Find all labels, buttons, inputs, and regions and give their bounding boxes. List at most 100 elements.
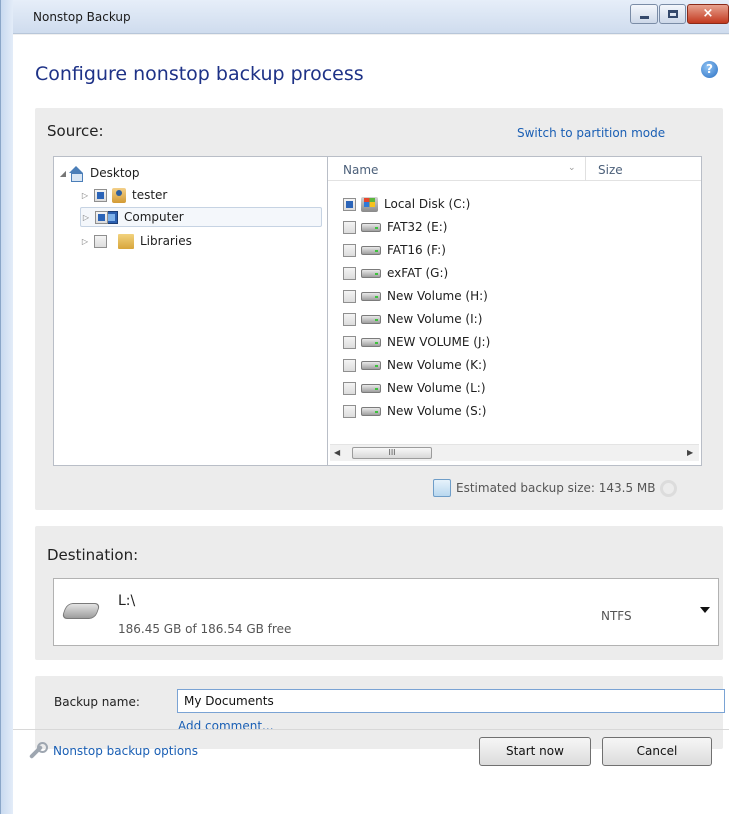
drive-list-item[interactable]: FAT32 (E:): [343, 216, 447, 238]
libraries-folder-icon: [118, 233, 134, 249]
drive-checkbox[interactable]: [343, 358, 356, 372]
tree-item-label: Libraries: [140, 234, 192, 248]
drive-checkbox[interactable]: [343, 335, 356, 349]
collapsed-arrow-icon[interactable]: ▷: [80, 191, 90, 200]
destination-path: L:\: [118, 593, 136, 609]
drive-list-item[interactable]: New Volume (S:): [343, 400, 486, 422]
help-icon[interactable]: ?: [701, 61, 718, 78]
source-label: Source:: [47, 122, 104, 140]
page-title: Configure nonstop backup process: [35, 63, 364, 85]
drive-icon: [361, 337, 381, 347]
list-header: Name ⌄ Size: [328, 157, 701, 181]
window-title: Nonstop Backup: [33, 10, 131, 24]
folder-tree[interactable]: ◢ Desktop ▷ tester ▷ Computer ▷ Librarie…: [53, 156, 327, 466]
drive-list-item[interactable]: FAT16 (F:): [343, 239, 446, 261]
user-folder-icon: [112, 187, 126, 203]
drive-icon: [361, 406, 381, 416]
column-header-size[interactable]: Size: [598, 163, 623, 177]
minimize-icon: [640, 16, 649, 19]
drive-list-item[interactable]: exFAT (G:): [343, 262, 448, 284]
tree-item-desktop[interactable]: ◢ Desktop: [58, 163, 140, 183]
add-comment-link[interactable]: Add comment...: [178, 719, 274, 733]
drive-list-item[interactable]: New Volume (L:): [343, 377, 486, 399]
maximize-button[interactable]: [659, 4, 686, 24]
dropdown-arrow-icon[interactable]: [700, 607, 710, 613]
collapsed-arrow-icon[interactable]: ▷: [80, 237, 90, 246]
wrench-icon: [27, 742, 48, 760]
cancel-button[interactable]: Cancel: [602, 737, 712, 766]
drive-list-item[interactable]: Local Disk (C:): [343, 193, 470, 215]
drive-icon: [361, 245, 381, 255]
drive-label: New Volume (K:): [387, 358, 487, 372]
drive-label: New Volume (S:): [387, 404, 487, 418]
destination-free-space: 186.45 GB of 186.54 GB free: [118, 622, 292, 636]
drive-list-item[interactable]: New Volume (I:): [343, 308, 482, 330]
drive-checkbox[interactable]: [343, 289, 356, 303]
maximize-icon: [668, 10, 678, 18]
start-now-button[interactable]: Start now: [479, 737, 591, 766]
drive-label: New Volume (I:): [387, 312, 483, 326]
tree-item-label: tester: [132, 188, 168, 202]
drive-checkbox[interactable]: [343, 266, 356, 280]
drive-list-item[interactable]: New Volume (H:): [343, 285, 488, 307]
drive-icon: [361, 360, 381, 370]
windows-drive-icon: [361, 196, 378, 212]
nonstop-backup-options-link[interactable]: Nonstop backup options: [27, 742, 198, 760]
drive-checkbox[interactable]: [343, 243, 356, 257]
tree-item-label: Computer: [124, 210, 184, 224]
drive-label: FAT32 (E:): [387, 220, 448, 234]
drive-label: FAT16 (F:): [387, 243, 446, 257]
estimated-size-text: Estimated backup size: 143.5 MB: [456, 481, 656, 495]
close-icon: ×: [702, 6, 714, 21]
dialog-content: Configure nonstop backup process ? Sourc…: [13, 35, 729, 814]
collapsed-arrow-icon[interactable]: ▷: [81, 213, 91, 222]
backup-name-label: Backup name:: [54, 695, 140, 709]
footer-divider: [13, 729, 729, 730]
scroll-right-arrow-icon[interactable]: ▶: [687, 448, 693, 457]
drive-checkbox[interactable]: [343, 312, 356, 326]
drive-checkbox[interactable]: [343, 404, 356, 418]
window-left-edge: [1, 0, 13, 814]
drive-checkbox[interactable]: [343, 220, 356, 234]
computer-checkbox[interactable]: [95, 210, 108, 224]
drive-label: exFAT (G:): [387, 266, 449, 280]
expanded-arrow-icon[interactable]: ◢: [58, 169, 68, 178]
drive-icon: [361, 268, 381, 278]
destination-panel: Destination: L:\ 186.45 GB of 186.54 GB …: [35, 526, 723, 660]
drive-list-item[interactable]: NEW VOLUME (J:): [343, 331, 490, 353]
close-button[interactable]: ×: [687, 4, 729, 24]
horizontal-scrollbar[interactable]: ◀ III ▶: [330, 444, 699, 461]
source-panel: Source: Switch to partition mode ◢ Deskt…: [35, 108, 723, 510]
drive-icon: [361, 222, 381, 232]
drive-icon: [361, 383, 381, 393]
destination-dropdown[interactable]: L:\ 186.45 GB of 186.54 GB free NTFS: [53, 578, 719, 646]
column-divider[interactable]: [585, 157, 586, 181]
nonstop-backup-window: Nonstop Backup × Configure nonstop backu…: [0, 0, 729, 814]
switch-to-partition-mode-link[interactable]: Switch to partition mode: [517, 126, 665, 140]
title-bar[interactable]: Nonstop Backup ×: [13, 0, 729, 34]
drive-list-item[interactable]: New Volume (K:): [343, 354, 487, 376]
backup-name-input[interactable]: [177, 689, 725, 713]
tester-checkbox[interactable]: [94, 188, 107, 202]
tree-item-label: Desktop: [90, 166, 140, 180]
drive-checkbox[interactable]: [343, 197, 356, 211]
scroll-left-arrow-icon[interactable]: ◀: [334, 448, 340, 457]
column-header-name[interactable]: Name: [343, 163, 378, 177]
drive-label: NEW VOLUME (J:): [387, 335, 491, 349]
drive-label: New Volume (L:): [387, 381, 486, 395]
destination-filesystem: NTFS: [601, 609, 632, 623]
libraries-checkbox[interactable]: [94, 234, 107, 248]
tree-item-libraries[interactable]: ▷ Libraries: [80, 231, 192, 251]
minimize-button[interactable]: [630, 4, 658, 24]
scroll-thumb[interactable]: III: [352, 447, 432, 459]
tree-item-computer[interactable]: ▷ Computer: [80, 207, 322, 227]
loading-spinner-icon: [659, 479, 677, 497]
estimate-box-icon: [433, 479, 451, 497]
drive-list[interactable]: Name ⌄ Size Local Disk (C:) FAT32 (E:) FAT…: [327, 156, 702, 466]
estimated-size: Estimated backup size: 143.5 MB: [433, 479, 677, 497]
hard-disk-icon: [61, 603, 101, 619]
options-link-label: Nonstop backup options: [53, 744, 199, 758]
tree-item-tester[interactable]: ▷ tester: [80, 185, 167, 205]
sort-arrow-icon: ⌄: [568, 163, 576, 173]
drive-checkbox[interactable]: [343, 381, 356, 395]
